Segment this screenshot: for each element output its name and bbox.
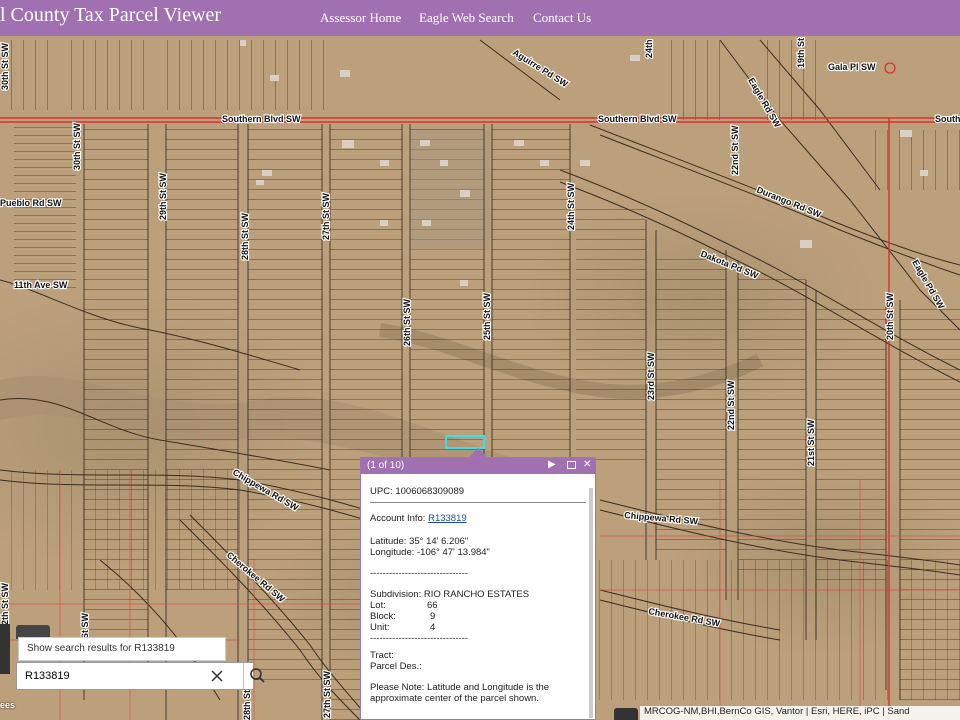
lot-value: 66 [427,600,438,611]
search-icon [250,668,265,683]
street-label-20th: 20th St SW [885,292,895,340]
street-label-21st: 21st St SW [806,419,816,466]
street-label-11th-ave: 11th Ave SW [14,280,68,290]
parcel-des-label: Parcel Des.: [370,661,422,672]
subdivision-label: Subdivision: [370,589,422,600]
search-suggestion[interactable]: Show search results for R133819 [18,637,226,661]
street-label-28th: 28th St SW [240,212,250,260]
latitude-label: Latitude: [370,536,407,547]
parcel-popup: (1 of 10) ▶ ✕ UPC: 1006068309089 Account… [360,457,596,720]
popup-scrollbar[interactable] [589,488,593,718]
street-label-22nd: 22nd St SW [726,380,736,430]
upc-value: 1006068309089 [395,486,465,497]
map-attribution: MRCOG-NM,BHI,BernCo GIS, Vantor | Esri, … [640,706,960,720]
popup-divider [370,502,586,503]
account-label: Account Info: [370,513,426,524]
popup-body: UPC: 1006068309089 Account Info: R133819… [361,474,595,704]
app-header: l County Tax Parcel Viewer Assessor Home… [0,0,960,36]
popup-note: Please Note: Latitude and Longitude is t… [370,682,550,704]
street-label-southern-e: Southern Blvd SW [598,114,677,124]
street-label-top-a: 19th St [796,38,806,68]
block-label: Block: [370,611,396,622]
left-panel-toggle[interactable] [0,624,10,674]
upc-label: UPC: [370,486,393,497]
scale-bar-label: ees [0,700,16,710]
attribution-toggle[interactable] [614,708,638,720]
app-title: l County Tax Parcel Viewer [0,4,222,26]
nav-eagle-web-search[interactable]: Eagle Web Search [419,10,514,26]
search-input[interactable] [17,663,207,689]
street-label-27th-b: 27th St SW [322,670,332,718]
unit-value: 4 [430,622,436,633]
nav-contact-us[interactable]: Contact Us [533,10,591,26]
dash-separator: ------------------------------- [370,568,469,579]
street-label-27th: 27th St SW [321,192,331,240]
street-label-southern-w: Southern Blvd SW [222,114,301,124]
popup-pointer [469,448,487,457]
latitude-value: 35° 14' 6.206" [409,536,469,547]
street-label-24th: 24th St SW [566,182,576,230]
dash-separator-2: ------------------------------- [370,633,469,644]
longitude-label: Longitude: [370,547,415,558]
street-label-southern-far: Southern Bl [935,114,960,124]
next-feature-icon[interactable]: ▶ [548,459,556,470]
tract-label: Tract: [370,650,394,661]
unit-label: Unit: [370,622,390,633]
account-link[interactable]: R133819 [428,513,467,524]
street-label-32th: 32th St SW [0,582,10,630]
close-icon[interactable]: ✕ [583,459,591,470]
street-label-23rd: 23rd St SW [646,352,656,400]
street-label-left: 30th St SW [0,42,10,90]
street-label-top-b: 24th [644,39,654,58]
street-label-25th: 25th St SW [482,292,492,340]
clear-search-icon[interactable] [207,666,227,686]
subdivision-value: RIO RANCHO ESTATES [423,589,530,600]
lot-label: Lot: [370,600,386,611]
street-label-22nd-b: 22nd St SW [730,125,740,175]
maximize-icon[interactable] [567,461,576,469]
block-value: 9 [430,611,436,622]
street-label-30th: 30th St SW [72,122,82,170]
street-label-29th: 29th St SW [158,172,168,220]
nav-assessor-home[interactable]: Assessor Home [320,10,401,26]
popup-feature-count: (1 of 10) [367,460,405,471]
longitude-value: -106° 47' 13.984" [417,547,490,558]
search-button[interactable] [243,663,271,689]
street-label-26th: 26th St SW [402,298,412,346]
street-label-pueblo: Pueblo Rd SW [0,198,62,208]
popup-header: (1 of 10) ▶ ✕ [361,458,595,474]
street-label-gala: Gala Pl SW [828,62,876,72]
search-widget [16,662,265,690]
